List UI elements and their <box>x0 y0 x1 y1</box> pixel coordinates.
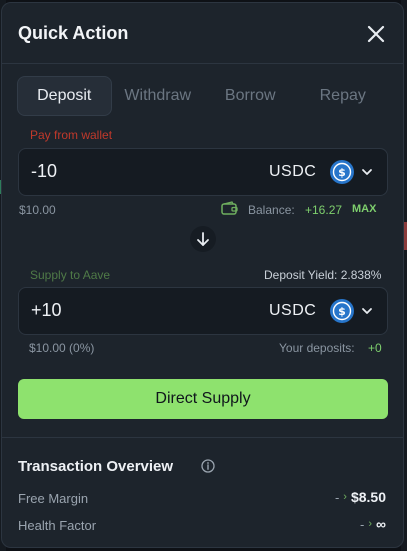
section-divider <box>2 437 403 438</box>
free-margin-from: - <box>334 489 340 505</box>
supply-usd-value: $10.00 (0%) <box>29 341 95 355</box>
supply-to-aave-label: Supply to Aave <box>30 268 111 282</box>
free-margin-label: Free Margin <box>18 491 89 506</box>
balance-value: +16.27 <box>305 203 343 217</box>
health-factor-value: - › ∞ <box>360 516 386 532</box>
max-button[interactable]: MAX <box>352 203 376 215</box>
usdc-icon: $ <box>330 299 354 323</box>
chevron-down-icon[interactable] <box>361 305 373 317</box>
pay-from-wallet-label: Pay from wallet <box>30 128 113 142</box>
quick-action-dialog: Quick Action Deposit Withdraw Borrow Rep… <box>1 2 404 548</box>
deposit-yield: Deposit Yield: 2.838% <box>264 268 382 282</box>
direct-supply-button[interactable]: Direct Supply <box>18 379 388 419</box>
action-tabs: Deposit Withdraw Borrow Repay <box>17 76 389 116</box>
supply-amount-input[interactable]: +10 <box>31 300 62 321</box>
svg-text:$: $ <box>338 305 346 318</box>
chevron-right-icon: › <box>343 491 347 503</box>
free-margin-value: - › $8.50 <box>335 489 386 505</box>
arrow-down-icon[interactable] <box>190 226 216 252</box>
svg-text:$: $ <box>338 166 346 179</box>
free-margin-to: $8.50 <box>350 489 386 505</box>
your-deposits-value: +0 <box>368 341 382 355</box>
dialog-title: Quick Action <box>18 23 129 43</box>
usdc-icon: $ <box>330 160 354 184</box>
chevron-right-icon: › <box>368 518 373 530</box>
health-factor-label: Health Factor <box>18 518 97 533</box>
balance-label: Balance: <box>248 203 295 217</box>
pay-token-symbol: USDC <box>269 163 317 180</box>
health-factor-to: ∞ <box>376 516 386 532</box>
transaction-overview-title: Transaction Overview <box>18 458 174 475</box>
wallet-icon <box>221 201 238 215</box>
info-icon[interactable] <box>201 459 215 473</box>
tab-borrow[interactable]: Borrow <box>204 76 297 116</box>
health-factor-from: - <box>360 516 365 532</box>
your-deposits-label: Your deposits: <box>279 341 355 355</box>
tab-repay[interactable]: Repay <box>297 76 390 116</box>
pay-usd-value: $10.00 <box>19 203 56 217</box>
close-icon[interactable] <box>365 23 387 45</box>
pay-amount-input[interactable]: -10 <box>31 161 57 182</box>
supply-token-symbol: USDC <box>269 302 317 319</box>
tab-withdraw[interactable]: Withdraw <box>112 76 205 116</box>
tab-deposit[interactable]: Deposit <box>17 76 112 116</box>
pay-amount-field[interactable]: -10 USDC $ <box>18 148 388 196</box>
supply-amount-field[interactable]: +10 USDC $ <box>18 287 388 335</box>
chevron-down-icon[interactable] <box>361 166 373 178</box>
header-divider <box>2 63 403 64</box>
